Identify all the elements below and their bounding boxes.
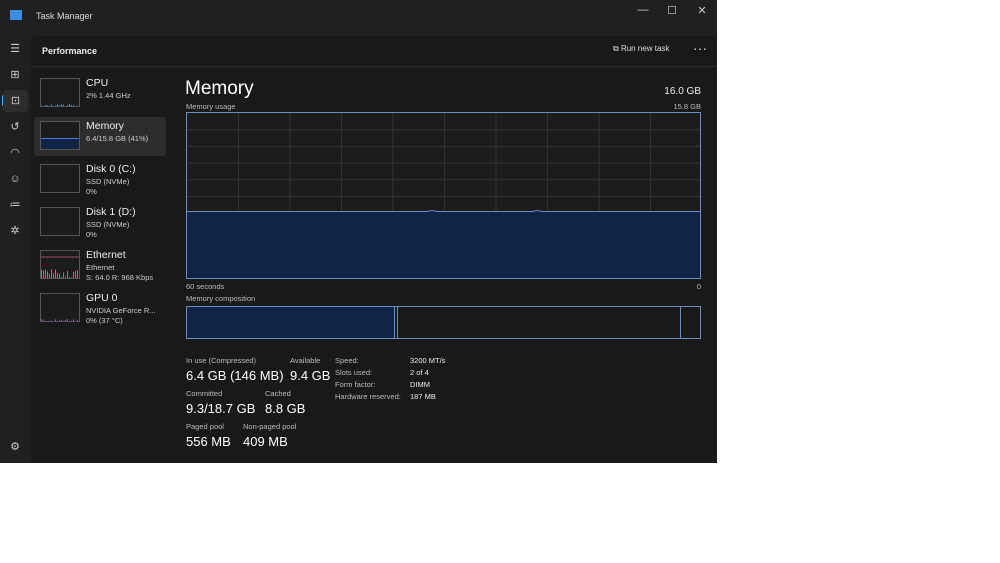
paged-pool-label: Paged pool [186, 422, 224, 431]
non-paged-pool-label: Non-paged pool [243, 422, 296, 431]
device-detail-2: 0% (37 °C) [86, 316, 123, 325]
divider [31, 66, 717, 67]
device-name: Disk 0 (C:) [86, 163, 136, 175]
memory-composition-label: Memory composition [186, 294, 255, 303]
startup-apps-icon[interactable]: ◠ [7, 145, 23, 161]
committed-value: 9.3/18.7 GB [186, 401, 255, 416]
available-value: 9.4 GB [290, 368, 330, 383]
services-icon[interactable]: ✲ [7, 223, 23, 239]
memory-usage-label: Memory usage [186, 102, 236, 111]
device-name: Disk 1 (D:) [86, 206, 136, 218]
settings-icon[interactable]: ⚙ [7, 439, 23, 455]
details-icon[interactable]: ≔ [7, 197, 23, 213]
standby-segment[interactable] [398, 307, 681, 338]
device-item-memory[interactable]: Memory 6.4/15.8 GB (41%) [34, 117, 166, 156]
device-detail-2: 0% [86, 230, 97, 239]
device-thumbnail-graph [40, 121, 80, 150]
spec-value: 187 MB [410, 392, 436, 401]
spec-label: Speed: [335, 356, 359, 365]
memory-total: 16.0 GB [651, 86, 701, 97]
device-item-cpu[interactable]: CPU 2% 1.44 GHz [34, 74, 166, 113]
device-thumbnail-graph [40, 78, 80, 107]
page-title: Performance [42, 46, 97, 56]
device-name: Ethernet [86, 249, 126, 261]
device-detail: 6.4/15.8 GB (41%) [86, 134, 148, 143]
device-detail: SSD (NVMe) [86, 177, 129, 186]
window-title: Task Manager [36, 11, 93, 21]
spec-value: DIMM [410, 380, 430, 389]
spec-label: Hardware reserved: [335, 392, 401, 401]
x-axis-left-label: 60 seconds [186, 282, 224, 291]
memory-usage-graph [186, 112, 701, 279]
spec-label: Form factor: [335, 380, 375, 389]
in-use-value: 6.4 GB (146 MB) [186, 368, 284, 383]
device-detail: Ethernet [86, 263, 114, 272]
device-name: Memory [86, 120, 124, 132]
cached-value: 8.8 GB [265, 401, 305, 416]
cached-label: Cached [265, 389, 291, 398]
device-item-disk-0-c[interactable]: Disk 0 (C:) SSD (NVMe) 0% [34, 160, 166, 199]
device-item-ethernet[interactable]: Ethernet Ethernet S: 64.0 R: 968 Kbps [34, 246, 166, 285]
content-pane: Performance ⧉ Run new task ··· CPU 2% 1.4… [31, 36, 717, 463]
device-detail: 2% 1.44 GHz [86, 91, 131, 100]
performance-icon[interactable]: ⊡ [3, 90, 28, 112]
task-manager-window: Task Manager — ☐ ✕ ☰ ⊞ ⊡ ↺ ◠ ☺ ≔ ✲ ⚙ Per… [0, 0, 717, 463]
spec-value: 3200 MT/s [410, 356, 445, 365]
task-manager-app-icon [10, 10, 22, 20]
run-task-icon: ⧉ [613, 44, 621, 53]
device-detail-2: 0% [86, 187, 97, 196]
non-paged-pool-value: 409 MB [243, 434, 288, 449]
memory-composition-bar [186, 306, 701, 339]
navigation-rail: ☰ ⊞ ⊡ ↺ ◠ ☺ ≔ ✲ ⚙ [0, 36, 31, 463]
x-axis-right-label: 0 [671, 282, 701, 291]
device-thumbnail-graph [40, 164, 80, 193]
free-segment[interactable] [682, 307, 700, 338]
available-label: Available [290, 356, 320, 365]
in-use-label: In use (Compressed) [186, 356, 256, 365]
processes-icon[interactable]: ⊞ [7, 67, 23, 83]
device-item-gpu-0[interactable]: GPU 0 NVIDIA GeForce R... 0% (37 °C) [34, 289, 166, 328]
in-use-segment[interactable] [187, 307, 395, 338]
device-name: GPU 0 [86, 292, 118, 304]
device-name: CPU [86, 77, 108, 89]
maximize-button[interactable]: ☐ [662, 4, 682, 17]
memory-usage-area [187, 212, 701, 279]
memory-title: Memory [185, 78, 254, 100]
close-button[interactable]: ✕ [692, 4, 712, 17]
device-thumbnail-graph [40, 207, 80, 236]
device-thumbnail-graph [40, 293, 80, 322]
users-icon[interactable]: ☺ [7, 171, 23, 187]
device-detail-2: S: 64.0 R: 968 Kbps [86, 273, 153, 282]
spec-value: 2 of 4 [410, 368, 429, 377]
run-new-task-button[interactable]: ⧉ Run new task [613, 44, 669, 54]
run-new-task-label: Run new task [621, 44, 669, 53]
device-detail: SSD (NVMe) [86, 220, 129, 229]
committed-label: Committed [186, 389, 222, 398]
device-detail: NVIDIA GeForce R... [86, 306, 156, 315]
more-options-button[interactable]: ··· [693, 40, 707, 56]
menu-icon[interactable]: ☰ [7, 41, 23, 57]
device-thumbnail-graph [40, 250, 80, 279]
paged-pool-value: 556 MB [186, 434, 231, 449]
spec-label: Slots used: [335, 368, 372, 377]
memory-usage-max: 15.8 GB [651, 102, 701, 111]
app-history-icon[interactable]: ↺ [7, 119, 23, 135]
device-item-disk-1-d[interactable]: Disk 1 (D:) SSD (NVMe) 0% [34, 203, 166, 242]
minimize-button[interactable]: — [633, 4, 653, 16]
